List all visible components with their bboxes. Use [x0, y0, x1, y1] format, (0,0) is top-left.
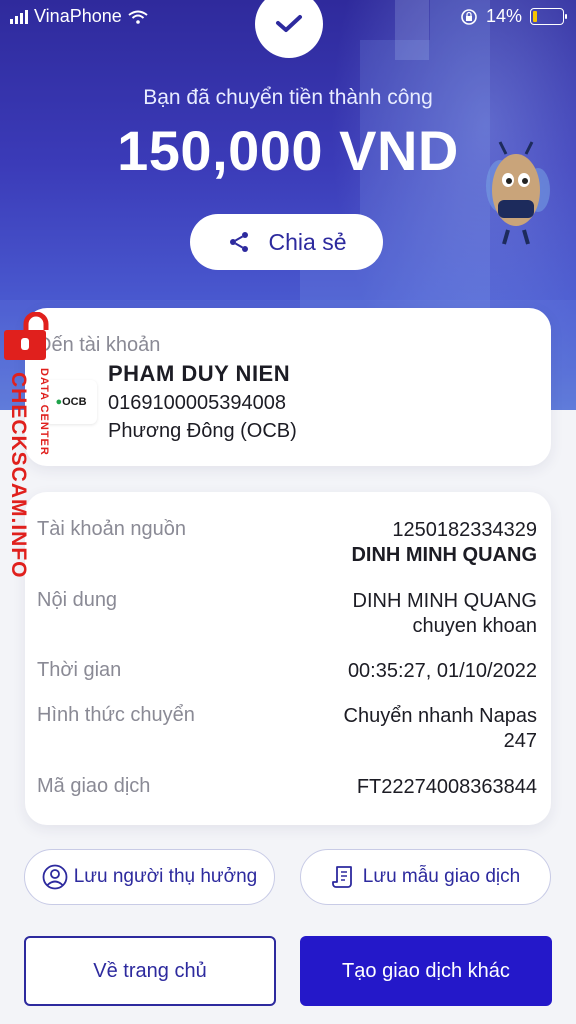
- signal-icon: [10, 9, 28, 24]
- battery-fill: [533, 11, 537, 22]
- carrier-name: VinaPhone: [34, 6, 122, 26]
- user-circle-icon: [42, 864, 68, 890]
- share-icon: [229, 232, 248, 252]
- watermark-sub-text: DATA CENTER: [38, 368, 50, 456]
- recipient-account-number: 0169100005394008: [108, 392, 286, 414]
- content-value: DINH MINH QUANG chuyen khoan: [353, 589, 537, 639]
- lock-icon: [4, 311, 49, 360]
- receipt-icon: [331, 866, 352, 888]
- transaction-id-value: FT22274008363844: [356, 776, 537, 798]
- watermark: CHECKSCAM.INFO DATA CENTER: [2, 311, 62, 592]
- save-beneficiary-label: Lưu người thụ hưởng: [73, 866, 258, 887]
- method-label: Hình thức chuyển: [37, 704, 195, 726]
- transfer-amount: 150,000 VND: [117, 119, 459, 182]
- method-line-1: Chuyển nhanh Napas: [343, 705, 537, 727]
- method-line-2: 247: [503, 730, 537, 752]
- checkmark-icon: [276, 15, 302, 32]
- share-button[interactable]: Chia sẻ: [190, 214, 383, 270]
- battery-percent: 14%: [485, 6, 522, 26]
- source-account-number: 1250182334329: [392, 519, 537, 541]
- save-template-label: Lưu mẫu giao dịch: [362, 866, 521, 887]
- recipient-bank-name: Phương Đông (OCB): [108, 420, 297, 442]
- content-line-2: chuyen khoan: [412, 615, 537, 637]
- status-left: VinaPhone: [10, 6, 148, 27]
- source-account-name: DINH MINH QUANG: [351, 544, 537, 566]
- new-transaction-button[interactable]: Tạo giao dịch khác: [300, 936, 552, 1006]
- bank-logo-text: OCB: [62, 396, 87, 408]
- share-label: Chia sẻ: [268, 228, 347, 255]
- battery-icon: [530, 8, 567, 25]
- time-label: Thời gian: [37, 659, 122, 681]
- status-right: 14%: [460, 6, 567, 27]
- recipient-name: PHAM DUY NIEN: [108, 361, 291, 386]
- transaction-details-card: Tài khoản nguồn 1250182334329 DINH MINH …: [25, 492, 551, 825]
- time-value: 00:35:27, 01/10/2022: [347, 660, 537, 682]
- save-beneficiary-button[interactable]: Lưu người thụ hưởng: [24, 849, 275, 905]
- home-button[interactable]: Về trang chủ: [24, 936, 276, 1006]
- orientation-lock-icon: [461, 8, 477, 25]
- success-message: Bạn đã chuyển tiền thành công: [143, 86, 433, 109]
- method-value: Chuyển nhanh Napas 247: [344, 704, 537, 754]
- content-line-1: DINH MINH QUANG: [352, 590, 537, 612]
- content-label: Nội dung: [37, 589, 118, 611]
- wifi-icon: [128, 10, 148, 24]
- transaction-id-label: Mã giao dịch: [37, 775, 151, 797]
- source-account-value: 1250182334329 DINH MINH QUANG: [351, 518, 537, 568]
- save-template-button[interactable]: Lưu mẫu giao dịch: [300, 849, 551, 905]
- recipient-card: Đến tài khoản ● OCB PHAM DUY NIEN 0169100…: [25, 308, 551, 466]
- watermark-main-text: CHECKSCAM.INFO: [7, 372, 30, 579]
